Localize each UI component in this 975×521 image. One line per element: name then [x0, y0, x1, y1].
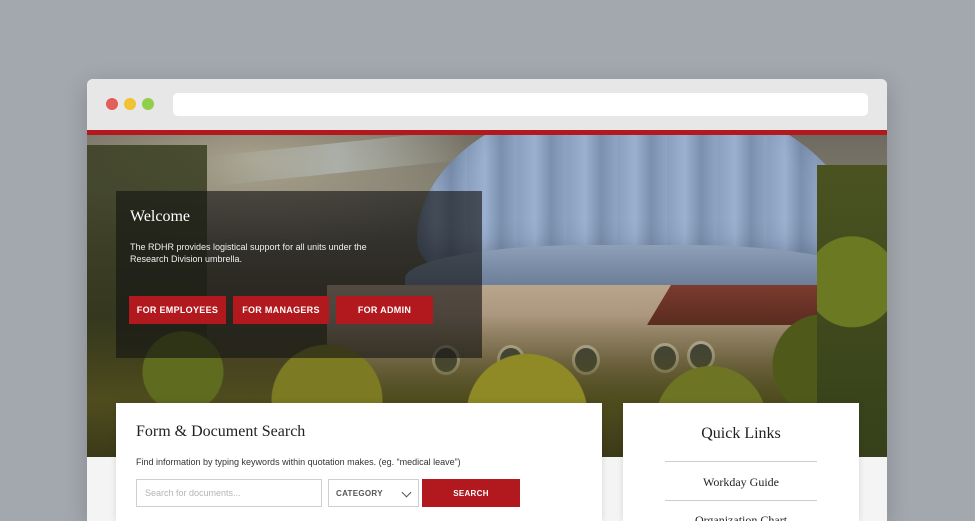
window-maximize-dot[interactable] — [142, 98, 154, 110]
window-close-dot[interactable] — [106, 98, 118, 110]
welcome-panel: Welcome The RDHR provides logistical sup… — [116, 191, 482, 358]
category-select[interactable]: CATEGORY — [328, 479, 419, 507]
document-search-card: Form & Document Search Find information … — [116, 403, 602, 521]
category-label: CATEGORY — [336, 488, 383, 498]
welcome-title: Welcome — [130, 208, 191, 225]
quick-link-workday-guide[interactable]: Workday Guide — [623, 475, 859, 490]
quick-links-title: Quick Links — [701, 425, 781, 442]
search-title: Form & Document Search — [136, 423, 306, 440]
quick-link-organization-chart[interactable]: Organization Chart — [623, 513, 859, 521]
window-minimize-dot[interactable] — [124, 98, 136, 110]
chevron-down-icon — [401, 487, 412, 498]
search-button[interactable]: SEARCH — [422, 479, 520, 507]
for-employees-button[interactable]: FOR EMPLOYEES — [129, 296, 226, 324]
browser-window: Welcome The RDHR provides logistical sup… — [87, 79, 887, 521]
for-managers-button[interactable]: FOR MANAGERS — [233, 296, 329, 324]
for-admin-button[interactable]: FOR ADMIN — [336, 296, 433, 324]
address-bar[interactable] — [173, 93, 868, 116]
welcome-description: The RDHR provides logistical support for… — [130, 242, 367, 264]
divider — [665, 500, 817, 501]
quick-links-card: Quick Links Workday Guide Organization C… — [623, 403, 859, 521]
divider — [665, 461, 817, 462]
browser-toolbar — [87, 79, 887, 130]
search-input[interactable] — [136, 479, 322, 507]
search-help-text: Find information by typing keywords with… — [136, 457, 461, 467]
